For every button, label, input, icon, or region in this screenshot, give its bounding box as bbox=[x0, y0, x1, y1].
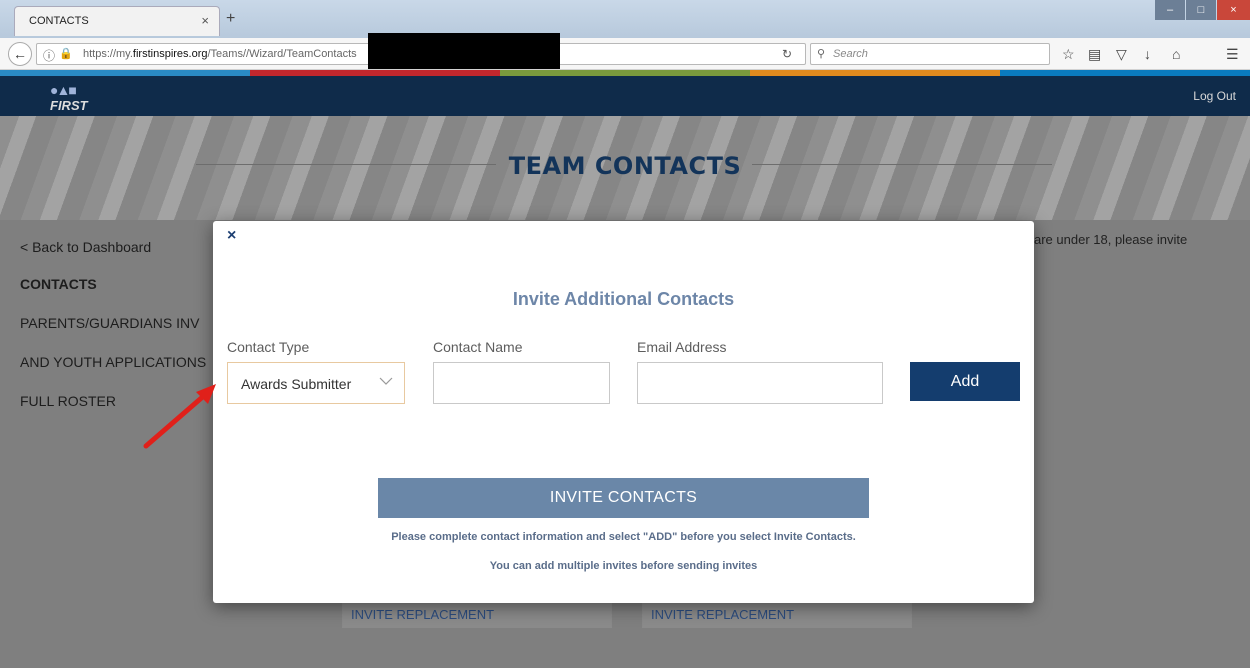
info-icon[interactable]: ⓘ bbox=[43, 47, 55, 64]
sidebar-item-parents-guardians[interactable]: PARENTS/GUARDIANS INV bbox=[20, 315, 199, 331]
contact-type-label: Contact Type bbox=[227, 339, 310, 355]
first-logo[interactable]: ●▲■ FIRST bbox=[50, 82, 88, 113]
search-icon: ⚲ bbox=[817, 48, 826, 60]
chevron-down-icon bbox=[379, 377, 393, 385]
browser-tab-bar: CONTACTS × + – □ × bbox=[0, 0, 1250, 38]
tab-close-icon[interactable]: × bbox=[201, 13, 209, 28]
email-address-label: Email Address bbox=[637, 339, 727, 355]
search-placeholder: Search bbox=[833, 48, 868, 60]
window-close-button[interactable]: × bbox=[1217, 0, 1250, 20]
sidebar-item-full-roster[interactable]: FULL ROSTER bbox=[20, 393, 116, 409]
lock-icon: 🔒 bbox=[59, 48, 73, 60]
window-minimize-button[interactable]: – bbox=[1155, 0, 1185, 20]
invite-replacement-button[interactable]: INVITE REPLACEMENT bbox=[642, 600, 912, 628]
email-address-input[interactable] bbox=[637, 362, 883, 404]
contact-name-label: Contact Name bbox=[433, 339, 523, 355]
redacted-region bbox=[368, 33, 560, 69]
bookmark-star-icon[interactable]: ☆ bbox=[1062, 46, 1075, 63]
back-arrow-icon[interactable]: ← bbox=[8, 42, 32, 66]
invite-replacement-button[interactable]: INVITE REPLACEMENT bbox=[342, 600, 612, 628]
menu-icon[interactable]: ☰ bbox=[1226, 46, 1239, 63]
annotation-arrow-icon bbox=[143, 384, 216, 449]
new-tab-icon[interactable]: + bbox=[226, 10, 235, 28]
site-header: ●▲■ FIRST Log Out bbox=[0, 76, 1250, 116]
close-icon[interactable]: × bbox=[227, 227, 236, 245]
modal-title: Invite Additional Contacts bbox=[512, 289, 735, 309]
under-18-notice: are under 18, please invite bbox=[1034, 232, 1188, 247]
home-icon[interactable]: ⌂ bbox=[1172, 46, 1180, 62]
add-button[interactable]: Add bbox=[910, 362, 1020, 401]
download-icon[interactable]: ↓ bbox=[1144, 46, 1151, 62]
browser-search-box[interactable]: ⚲ Search bbox=[810, 43, 1050, 65]
page-title: TEAM CONTACTS bbox=[508, 152, 742, 180]
sidebar-item-youth-applications[interactable]: AND YOUTH APPLICATIONS bbox=[20, 354, 206, 370]
tab-title: CONTACTS bbox=[29, 15, 89, 27]
multiple-invites-note: You can add multiple invites before send… bbox=[489, 560, 758, 572]
window-maximize-button[interactable]: □ bbox=[1186, 0, 1216, 20]
first-logo-mark-icon: ●▲■ bbox=[50, 82, 77, 98]
reload-icon[interactable]: ↻ bbox=[782, 47, 792, 61]
contact-name-input[interactable] bbox=[433, 362, 610, 404]
url-text: https://my.firstinspires.org/Teams//Wiza… bbox=[83, 48, 357, 60]
contact-type-select[interactable]: Awards Submitter bbox=[227, 362, 405, 404]
browser-navigation-bar: ← ⓘ 🔒 https://my.firstinspires.org/Teams… bbox=[0, 38, 1250, 70]
hero-banner: TEAM CONTACTS bbox=[0, 116, 1250, 220]
invite-contacts-modal: × Invite Additional Contacts Contact Typ… bbox=[213, 221, 1034, 603]
invite-contacts-button[interactable]: INVITE CONTACTS bbox=[378, 478, 869, 518]
pocket-icon[interactable]: ▽ bbox=[1116, 46, 1127, 63]
sidebar-item-contacts[interactable]: CONTACTS bbox=[20, 276, 97, 292]
back-to-dashboard-link[interactable]: < Back to Dashboard bbox=[20, 239, 151, 255]
logout-link[interactable]: Log Out bbox=[1193, 89, 1236, 103]
reading-list-icon[interactable]: ▤ bbox=[1088, 46, 1101, 63]
browser-tab[interactable]: CONTACTS × bbox=[14, 6, 220, 36]
contact-type-value: Awards Submitter bbox=[241, 376, 352, 392]
instruction-note: Please complete contact information and … bbox=[391, 531, 856, 543]
